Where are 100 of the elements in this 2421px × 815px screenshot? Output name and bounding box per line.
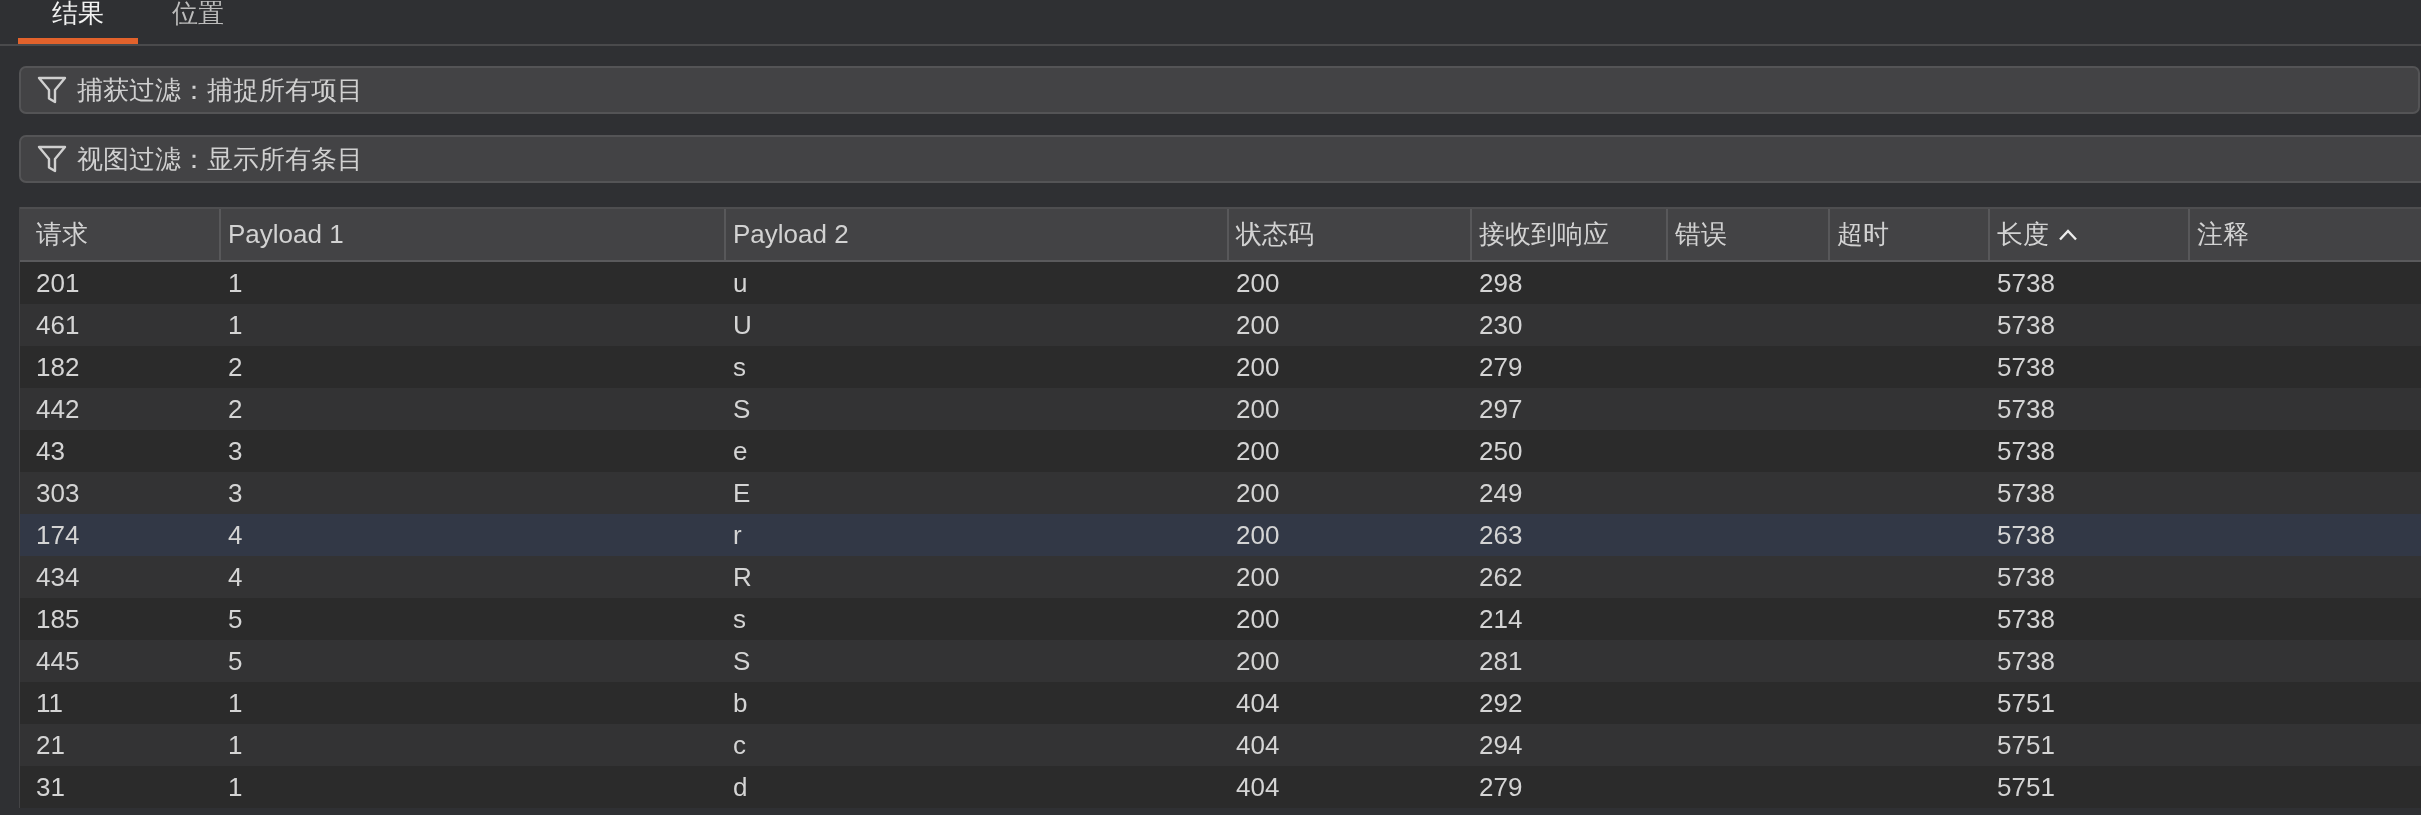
- table-cell: 5738: [1997, 519, 2055, 550]
- table-cell: 5738: [1997, 393, 2055, 424]
- table-cell: 200: [1236, 645, 1280, 676]
- table-cell: 303: [36, 477, 80, 508]
- column-header[interactable]: 状态码: [1227, 209, 1470, 260]
- table-cell: 4: [228, 519, 243, 550]
- table-row[interactable]: 461 1 U 200 230 5738: [20, 304, 2421, 346]
- table-cell: 5: [228, 645, 243, 676]
- table-cell: 1: [228, 687, 243, 718]
- table-row[interactable]: 31 1 d 404 279 5751: [20, 766, 2421, 808]
- column-header[interactable]: 注释: [2188, 209, 2421, 260]
- table-row[interactable]: 182 2 s 200 279 5738: [20, 346, 2421, 388]
- table-cell: 294: [1479, 729, 1523, 760]
- table-cell: 279: [1479, 351, 1523, 382]
- column-header[interactable]: 错误: [1666, 209, 1828, 260]
- table-cell: c: [733, 729, 746, 760]
- column-header[interactable]: Payload 2: [724, 209, 1227, 260]
- table-cell: 174: [36, 519, 80, 550]
- table-cell: 434: [36, 561, 80, 592]
- column-header[interactable]: Payload 1: [219, 209, 724, 260]
- table-cell: 200: [1236, 603, 1280, 634]
- table-cell: 1: [228, 309, 243, 340]
- table-cell: 201: [36, 267, 80, 298]
- table-cell: r: [733, 519, 742, 550]
- tab[interactable]: 位置: [138, 0, 258, 44]
- table-cell: 445: [36, 645, 80, 676]
- table-cell: 200: [1236, 561, 1280, 592]
- table-cell: u: [733, 267, 748, 298]
- table-cell: 230: [1479, 309, 1523, 340]
- table-cell: 404: [1236, 687, 1280, 718]
- table-cell: 250: [1479, 435, 1523, 466]
- table-cell: 404: [1236, 771, 1280, 802]
- table-cell: 5738: [1997, 561, 2055, 592]
- table-cell: 200: [1236, 309, 1280, 340]
- table-cell: 43: [36, 435, 65, 466]
- table-cell: 297: [1479, 393, 1523, 424]
- table-cell: 21: [36, 729, 65, 760]
- column-header[interactable]: 超时: [1828, 209, 1988, 260]
- table-cell: S: [733, 393, 751, 424]
- tab[interactable]: 结果: [18, 0, 138, 44]
- table-cell: 1: [228, 267, 243, 298]
- table-cell: 461: [36, 309, 80, 340]
- table-cell: 5738: [1997, 267, 2055, 298]
- table-cell: 31: [36, 771, 65, 802]
- table-cell: 5751: [1997, 687, 2055, 718]
- filter-bar[interactable]: 捕获过滤：捕捉所有项目: [19, 66, 2420, 114]
- table-row[interactable]: 11 1 b 404 292 5751: [20, 682, 2421, 724]
- table-cell: 292: [1479, 687, 1523, 718]
- table-cell: d: [733, 771, 748, 802]
- table-row[interactable]: 303 3 E 200 249 5738: [20, 472, 2421, 514]
- column-header[interactable]: 长度: [1988, 209, 2188, 260]
- table-cell: 5751: [1997, 729, 2055, 760]
- column-header[interactable]: 接收到响应: [1470, 209, 1666, 260]
- filter-bar[interactable]: 视图过滤：显示所有条目: [19, 135, 2421, 183]
- table-cell: 3: [228, 435, 243, 466]
- funnel-icon: [37, 145, 67, 173]
- table-cell: 5: [228, 603, 243, 634]
- table-cell: 5738: [1997, 435, 2055, 466]
- table-row[interactable]: 185 5 s 200 214 5738: [20, 598, 2421, 640]
- table-cell: 298: [1479, 267, 1523, 298]
- table-cell: 279: [1479, 771, 1523, 802]
- table-cell: 3: [228, 477, 243, 508]
- table-row[interactable]: 445 5 S 200 281 5738: [20, 640, 2421, 682]
- table-cell: 200: [1236, 519, 1280, 550]
- table-cell: 249: [1479, 477, 1523, 508]
- table-row[interactable]: 434 4 R 200 262 5738: [20, 556, 2421, 598]
- caret-up-icon: [2058, 228, 2078, 241]
- table-cell: R: [733, 561, 752, 592]
- table-cell: 404: [1236, 729, 1280, 760]
- table-cell: 5751: [1997, 771, 2055, 802]
- table-cell: 200: [1236, 351, 1280, 382]
- table-cell: s: [733, 351, 746, 382]
- table-cell: 11: [36, 687, 63, 718]
- table-row[interactable]: 174 4 r 200 263 5738: [20, 514, 2421, 556]
- table-cell: 2: [228, 351, 243, 382]
- table-row[interactable]: 442 2 S 200 297 5738: [20, 388, 2421, 430]
- table-cell: 5738: [1997, 309, 2055, 340]
- table-cell: s: [733, 603, 746, 634]
- table-cell: 1: [228, 729, 243, 760]
- table-cell: 262: [1479, 561, 1523, 592]
- table-cell: 2: [228, 393, 243, 424]
- table-cell: U: [733, 309, 752, 340]
- table-cell: 442: [36, 393, 80, 424]
- table-cell: e: [733, 435, 748, 466]
- table-cell: 214: [1479, 603, 1523, 634]
- table-row[interactable]: 43 3 e 200 250 5738: [20, 430, 2421, 472]
- funnel-icon: [37, 76, 67, 104]
- column-header[interactable]: 请求: [20, 209, 219, 260]
- table-row[interactable]: 201 1 u 200 298 5738: [20, 262, 2421, 304]
- table-cell: 5738: [1997, 645, 2055, 676]
- table-cell: 200: [1236, 393, 1280, 424]
- table-cell: 5738: [1997, 603, 2055, 634]
- table-cell: S: [733, 645, 751, 676]
- table-cell: 281: [1479, 645, 1523, 676]
- table-cell: 200: [1236, 435, 1280, 466]
- table-cell: 1: [228, 771, 243, 802]
- table-cell: 200: [1236, 477, 1280, 508]
- table-row[interactable]: 21 1 c 404 294 5751: [20, 724, 2421, 766]
- table-cell: 263: [1479, 519, 1523, 550]
- table-cell: 4: [228, 561, 243, 592]
